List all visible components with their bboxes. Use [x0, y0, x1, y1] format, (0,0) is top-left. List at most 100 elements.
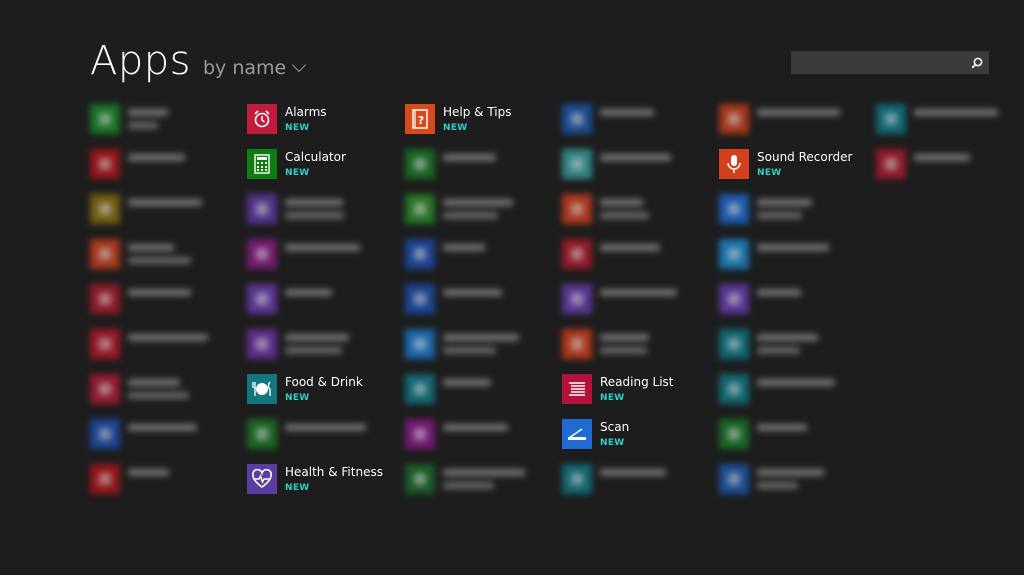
blurred-app-tile[interactable]: [405, 374, 555, 404]
blurred-app-tile[interactable]: [719, 104, 869, 134]
help-book-icon: ?: [405, 104, 435, 134]
search-icon[interactable]: [965, 51, 989, 74]
blurred-app-tile[interactable]: [719, 329, 869, 359]
blurred-app-tile[interactable]: [405, 329, 555, 359]
app-icon: [90, 329, 120, 359]
blurred-app-tile[interactable]: [90, 464, 240, 494]
app-icon: [562, 464, 592, 494]
blurred-app-tile[interactable]: [247, 194, 397, 224]
blurred-label: [128, 257, 191, 264]
blurred-app-tile[interactable]: [90, 329, 240, 359]
app-icon: [90, 284, 120, 314]
search-input[interactable]: [791, 51, 965, 74]
app-icon: [90, 464, 120, 494]
blurred-app-tile[interactable]: [719, 284, 869, 314]
app-icon: [562, 329, 592, 359]
blurred-label: [443, 424, 508, 431]
app-icon: [719, 284, 749, 314]
blurred-app-tile[interactable]: [562, 329, 712, 359]
blurred-label: [128, 392, 189, 399]
blurred-app-tile[interactable]: [90, 374, 240, 404]
app-name: Help & Tips: [443, 105, 512, 119]
blurred-app-tile[interactable]: [90, 104, 240, 134]
blurred-app-tile[interactable]: [562, 239, 712, 269]
blurred-app-tile[interactable]: [562, 149, 712, 179]
app-glyph-icon: [414, 248, 426, 260]
blurred-app-tile[interactable]: [719, 374, 869, 404]
blurred-label: [128, 424, 197, 431]
blurred-app-tile[interactable]: [90, 419, 240, 449]
blurred-app-tile[interactable]: [247, 239, 397, 269]
app-icon: [562, 149, 592, 179]
app-glyph-icon: [885, 158, 897, 170]
app-glyph-icon: [99, 248, 111, 260]
blurred-app-tile[interactable]: [405, 149, 555, 179]
sort-label: by name: [202, 57, 287, 79]
blurred-app-tile[interactable]: [562, 104, 712, 134]
blurred-app-tile[interactable]: [247, 329, 397, 359]
app-reading-list[interactable]: Reading List NEW: [562, 374, 712, 404]
app-sound-recorder[interactable]: Sound Recorder NEW: [719, 149, 869, 179]
app-health-fitness[interactable]: Health & Fitness NEW: [247, 464, 397, 494]
reading-list-icon: [562, 374, 592, 404]
blurred-label: [600, 154, 671, 161]
app-glyph-icon: [99, 158, 111, 170]
app-scan[interactable]: Scan NEW: [562, 419, 712, 449]
blurred-app-tile[interactable]: [405, 239, 555, 269]
blurred-app-tile[interactable]: [719, 419, 869, 449]
blurred-label: [443, 244, 485, 251]
app-icon: [90, 239, 120, 269]
app-glyph-icon: [256, 293, 268, 305]
blurred-app-tile[interactable]: [876, 104, 1024, 134]
blurred-app-tile[interactable]: [405, 419, 555, 449]
app-glyph-icon: [414, 383, 426, 395]
blurred-app-tile[interactable]: [247, 419, 397, 449]
blurred-app-tile[interactable]: [90, 284, 240, 314]
app-icon: [405, 419, 435, 449]
app-calculator[interactable]: Calculator NEW: [247, 149, 397, 179]
app-icon: [90, 149, 120, 179]
app-food-drink[interactable]: Food & Drink NEW: [247, 374, 397, 404]
blurred-app-tile[interactable]: [719, 464, 869, 494]
app-glyph-icon: [571, 338, 583, 350]
app-glyph-icon: [728, 203, 740, 215]
blurred-app-tile[interactable]: [90, 149, 240, 179]
app-glyph-icon: [414, 338, 426, 350]
blurred-app-tile[interactable]: [562, 284, 712, 314]
blurred-label: [600, 244, 660, 251]
blurred-app-tile[interactable]: [562, 194, 712, 224]
blurred-label: [443, 482, 494, 489]
app-icon: [90, 104, 120, 134]
blurred-app-tile[interactable]: [405, 464, 555, 494]
blurred-label: [757, 212, 802, 219]
app-alarms[interactable]: Alarms NEW: [247, 104, 397, 134]
app-icon: [876, 149, 906, 179]
new-badge: NEW: [285, 168, 310, 178]
blurred-label: [128, 379, 180, 386]
blurred-app-tile[interactable]: [90, 194, 240, 224]
app-glyph-icon: [99, 113, 111, 125]
app-icon: [405, 194, 435, 224]
new-badge: NEW: [285, 123, 310, 133]
blurred-app-tile[interactable]: [247, 284, 397, 314]
blurred-label: [757, 424, 807, 431]
blurred-app-tile[interactable]: [405, 284, 555, 314]
blurred-label: [443, 289, 502, 296]
blurred-app-tile[interactable]: [719, 239, 869, 269]
sort-by-dropdown[interactable]: by name: [202, 57, 307, 79]
blurred-label: [600, 347, 647, 354]
chevron-down-icon: [292, 57, 307, 73]
blurred-label: [285, 347, 342, 354]
blurred-app-tile[interactable]: [562, 464, 712, 494]
blurred-app-tile[interactable]: [876, 149, 1024, 179]
app-help-tips[interactable]: ? Help & Tips NEW: [405, 104, 555, 134]
blurred-app-tile[interactable]: [719, 194, 869, 224]
blurred-app-tile[interactable]: [405, 194, 555, 224]
app-icon: [247, 239, 277, 269]
blurred-label: [285, 424, 366, 431]
new-badge: NEW: [285, 393, 310, 403]
blurred-label: [757, 289, 801, 296]
app-icon: [876, 104, 906, 134]
blurred-app-tile[interactable]: [90, 239, 240, 269]
search-box[interactable]: [791, 51, 989, 74]
